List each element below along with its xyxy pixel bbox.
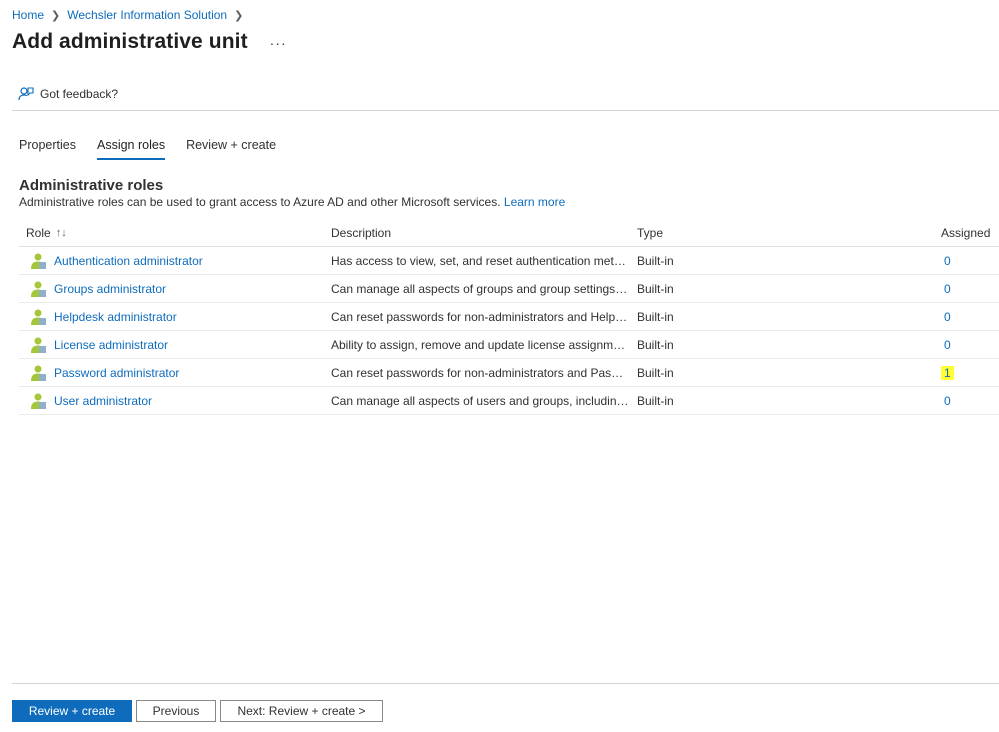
- role-link[interactable]: Groups administrator: [54, 282, 166, 296]
- column-header-role[interactable]: Role ↑↓: [26, 220, 316, 246]
- role-description: Can reset passwords for non-administrato…: [331, 365, 629, 380]
- role-link[interactable]: Helpdesk administrator: [54, 310, 177, 324]
- breadcrumb: Home ❯ Wechsler Information Solution ❯: [12, 8, 250, 22]
- role-cell: Authentication administrator: [26, 247, 316, 274]
- type-cell: Built-in: [637, 281, 674, 296]
- table-row: Groups administrator Can manage all aspe…: [19, 275, 999, 303]
- role-description: Has access to view, set, and reset authe…: [331, 253, 629, 268]
- description-cell: Can manage all aspects of groups and gro…: [331, 275, 629, 302]
- assigned-count-link[interactable]: 0: [941, 394, 954, 408]
- feedback-button[interactable]: Got feedback?: [18, 86, 118, 102]
- table-row: Authentication administrator Has access …: [19, 247, 999, 275]
- user-role-icon: [31, 281, 46, 297]
- description-cell: Has access to view, set, and reset authe…: [331, 247, 629, 274]
- table-row: Helpdesk administrator Can reset passwor…: [19, 303, 999, 331]
- next-review-create-button[interactable]: Next: Review + create >: [220, 700, 383, 722]
- type-cell: Built-in: [637, 393, 674, 408]
- more-options-button[interactable]: ···: [270, 35, 287, 51]
- role-link[interactable]: License administrator: [54, 338, 168, 352]
- breadcrumb-home[interactable]: Home: [12, 8, 44, 22]
- table-row: User administrator Can manage all aspect…: [19, 387, 999, 415]
- table-header: Role ↑↓ Description Type Assigned: [19, 220, 999, 247]
- description-cell: Ability to assign, remove and update lic…: [331, 331, 629, 358]
- role-description: Can reset passwords for non-administrato…: [331, 309, 629, 324]
- assigned-count-link[interactable]: 0: [941, 310, 954, 324]
- role-description: Can manage all aspects of groups and gro…: [331, 281, 629, 296]
- role-cell: Password administrator: [26, 359, 316, 386]
- command-bar-divider: [12, 110, 999, 111]
- table-row: License administrator Ability to assign,…: [19, 331, 999, 359]
- footer-divider: [12, 683, 999, 684]
- role-link[interactable]: User administrator: [54, 394, 152, 408]
- assigned-count-link[interactable]: 1: [941, 365, 954, 380]
- feedback-label: Got feedback?: [40, 87, 119, 101]
- role-link[interactable]: Authentication administrator: [54, 254, 203, 268]
- breadcrumb-tenant[interactable]: Wechsler Information Solution: [67, 8, 227, 22]
- learn-more-link[interactable]: Learn more: [504, 195, 565, 209]
- chevron-right-icon: ❯: [234, 9, 244, 22]
- description-cell: Can reset passwords for non-administrato…: [331, 359, 629, 386]
- type-cell: Built-in: [637, 253, 674, 268]
- user-role-icon: [31, 337, 46, 353]
- type-cell: Built-in: [637, 365, 674, 380]
- review-create-button[interactable]: Review + create: [12, 700, 132, 722]
- description-cell: Can reset passwords for non-administrato…: [331, 303, 629, 330]
- user-role-icon: [31, 253, 46, 269]
- tab-properties[interactable]: Properties: [19, 138, 76, 160]
- tab-assign-roles[interactable]: Assign roles: [96, 138, 166, 160]
- column-header-role-label: Role: [26, 226, 51, 240]
- column-header-description: Description: [331, 226, 392, 240]
- sort-icon: ↑↓: [55, 227, 67, 239]
- assigned-count-link[interactable]: 0: [941, 282, 954, 296]
- user-role-icon: [31, 365, 46, 381]
- table-row: Password administrator Can reset passwor…: [19, 359, 999, 387]
- role-description: Can manage all aspects of users and grou…: [331, 393, 629, 408]
- assigned-count-link[interactable]: 0: [941, 338, 954, 352]
- user-role-icon: [31, 309, 46, 325]
- role-description: Ability to assign, remove and update lic…: [331, 337, 629, 352]
- assigned-cell: 0: [941, 303, 999, 330]
- role-cell: Helpdesk administrator: [26, 303, 316, 330]
- description-cell: Can manage all aspects of users and grou…: [331, 387, 629, 414]
- section-description: Administrative roles can be used to gran…: [19, 195, 565, 209]
- assigned-cell: 0: [941, 275, 999, 302]
- role-cell: Groups administrator: [26, 275, 316, 302]
- type-cell: Built-in: [637, 309, 674, 324]
- previous-button[interactable]: Previous: [136, 700, 216, 722]
- page-title: Add administrative unit: [12, 30, 248, 53]
- section-description-text: Administrative roles can be used to gran…: [19, 195, 501, 209]
- role-cell: User administrator: [26, 387, 316, 414]
- assigned-cell: 0: [941, 331, 999, 358]
- role-link[interactable]: Password administrator: [54, 366, 179, 380]
- assigned-cell: 0: [941, 387, 999, 414]
- user-role-icon: [31, 393, 46, 409]
- wizard-tabs: Properties Assign roles Review + create: [19, 138, 297, 160]
- role-cell: License administrator: [26, 331, 316, 358]
- assigned-cell: 0: [941, 247, 999, 274]
- tab-review-create[interactable]: Review + create: [186, 138, 276, 160]
- type-cell: Built-in: [637, 337, 674, 352]
- assigned-count-link[interactable]: 0: [941, 254, 954, 268]
- feedback-icon: [18, 87, 34, 101]
- page-header: Add administrative unit ···: [12, 30, 287, 54]
- assigned-cell: 1: [941, 359, 999, 386]
- column-header-type: Type: [637, 226, 664, 240]
- column-header-assigned: Assigned: [941, 226, 991, 240]
- section-title: Administrative roles: [19, 177, 164, 194]
- chevron-right-icon: ❯: [51, 9, 61, 22]
- roles-table: Role ↑↓ Description Type Assigned Authen…: [19, 220, 999, 415]
